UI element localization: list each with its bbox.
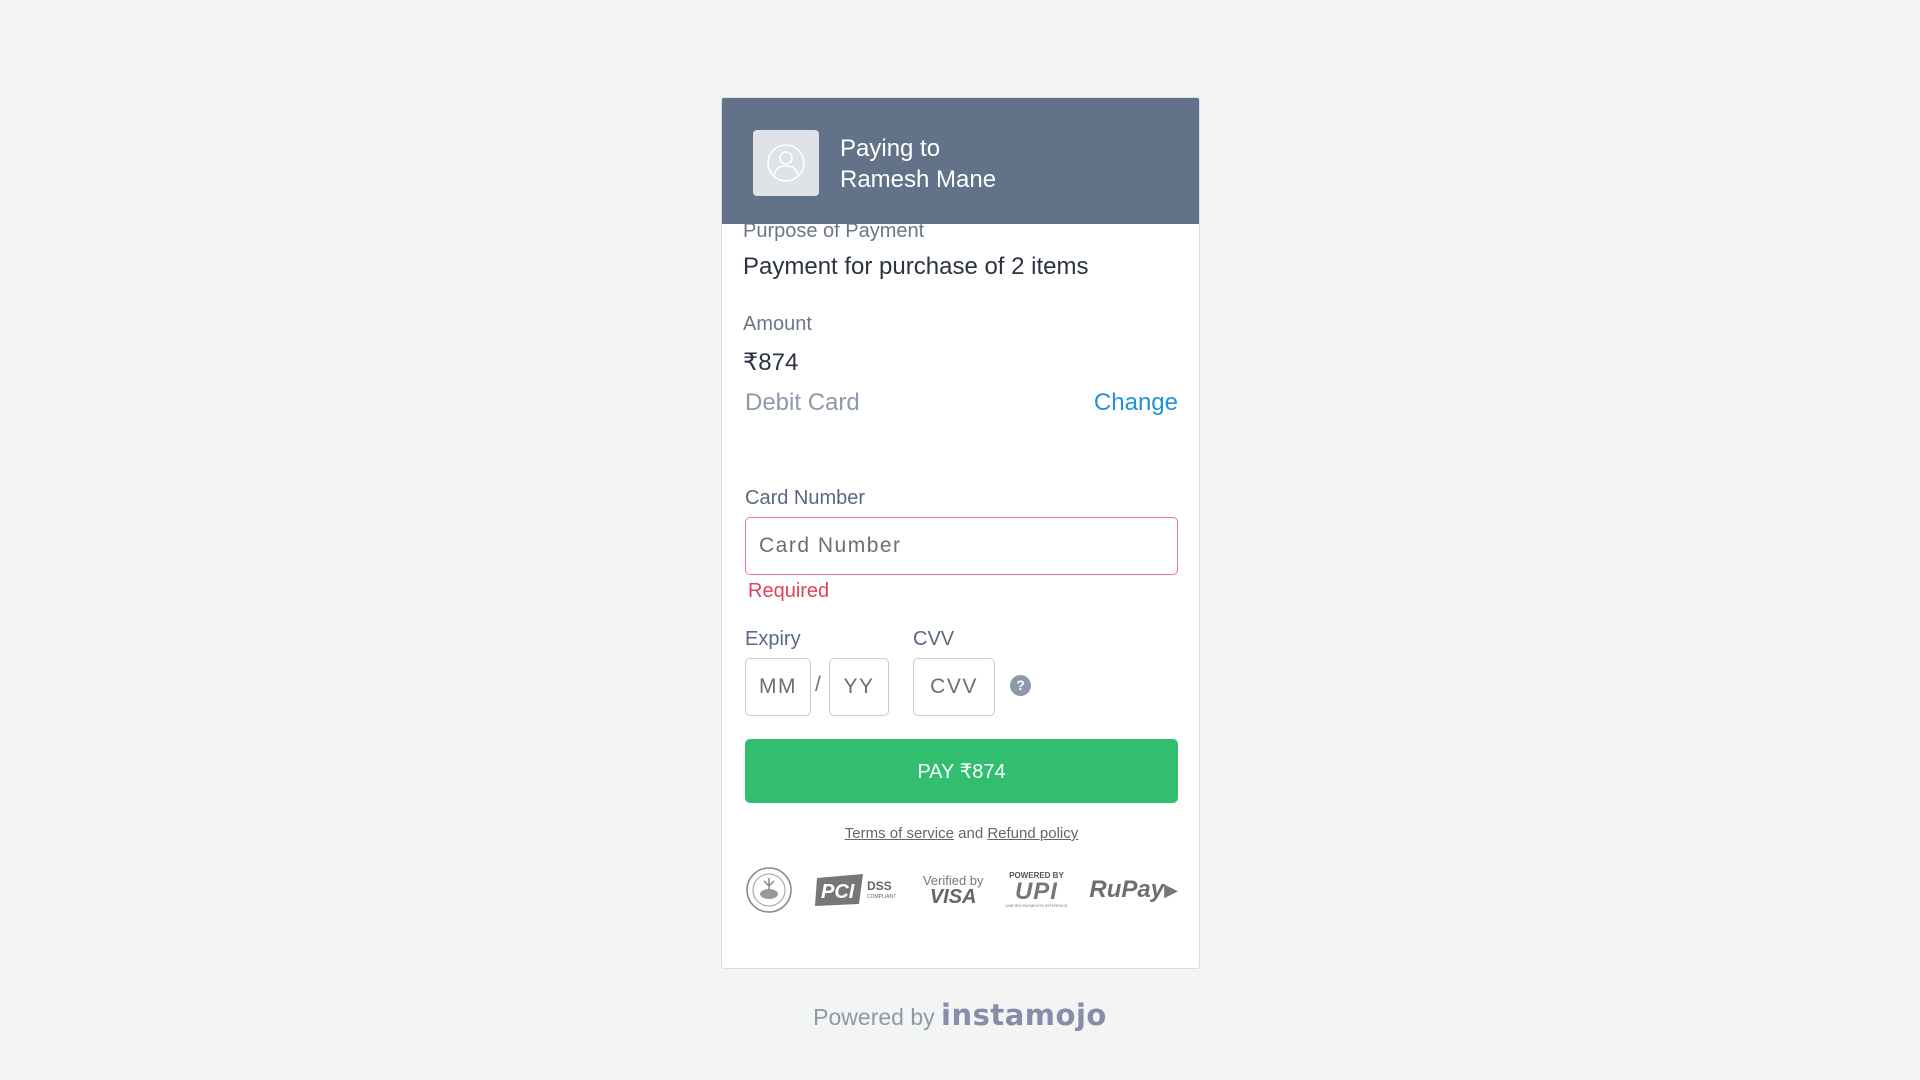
amount-value: ₹874 [743,349,799,376]
pay-button[interactable]: PAY ₹874 [745,739,1178,803]
payment-header: Paying to Ramesh Mane [722,98,1199,224]
payee-avatar [753,130,819,196]
payee-name: Ramesh Mane [840,166,997,193]
rbi-seal-icon [745,866,793,914]
visa-text: VISA [929,885,977,908]
upi-subtitle: UNIFIED PAYMENTS INTERFACE [1005,903,1068,908]
powered-by-text: Powered by [813,1004,935,1030]
compliant-text: COMPLIANT [867,894,896,900]
card-number-label: Card Number [745,487,866,509]
expiry-label: Expiry [745,628,801,650]
cvv-input[interactable] [913,658,995,716]
terms-row: Terms of service and Refund policy [745,825,1178,842]
verified-by-text: Verified by [922,872,984,888]
user-circle-icon [767,144,805,182]
rupay-text: RuPay [1089,876,1165,903]
card-number-input[interactable] [745,517,1178,575]
rupay-arrow-icon: ▶ [1164,879,1178,900]
terms-and-text: and [958,825,984,842]
paying-to-label: Paying to [840,135,941,162]
dss-text: DSS [867,879,892,893]
change-method-link[interactable]: Change [1094,389,1178,417]
refund-policy-link[interactable]: Refund policy [987,825,1078,842]
expiry-separator: / [815,673,821,696]
powered-by-footer: Powered by instamojo [0,998,1920,1032]
payee-info: Paying to Ramesh Mane [840,133,996,195]
upi-text: UPI [1014,878,1058,905]
instamojo-logo[interactable]: instamojo [941,998,1107,1032]
expiry-year-input[interactable] [829,658,889,716]
amount-label: Amount [743,313,812,335]
cvv-label: CVV [913,628,955,650]
terms-of-service-link[interactable]: Terms of service [845,825,954,842]
purpose-value: Payment for purchase of 2 items [743,253,1089,280]
upi-badge: POWERED BY UPI UNIFIED PAYMENTS INTERFAC… [1005,872,1067,908]
cvv-help-icon[interactable]: ? [1010,675,1031,696]
pci-dss-badge: PCI DSS COMPLIANT [814,872,901,908]
pci-text: PCI [821,881,855,903]
payment-method-name: Debit Card [745,389,860,416]
trust-badges: PCI DSS COMPLIANT Verified by VISA POWER… [745,862,1178,918]
payment-method-row: Debit Card Change [745,389,1178,417]
payment-card: Paying to Ramesh Mane Purpose of Payment… [721,97,1200,969]
expiry-month-input[interactable] [745,658,811,716]
rupay-badge: RuPay ▶ [1089,876,1178,904]
purpose-label: Purpose of Payment [743,220,925,242]
card-number-error: Required [748,580,830,602]
verified-by-visa-badge: Verified by VISA [923,874,984,907]
